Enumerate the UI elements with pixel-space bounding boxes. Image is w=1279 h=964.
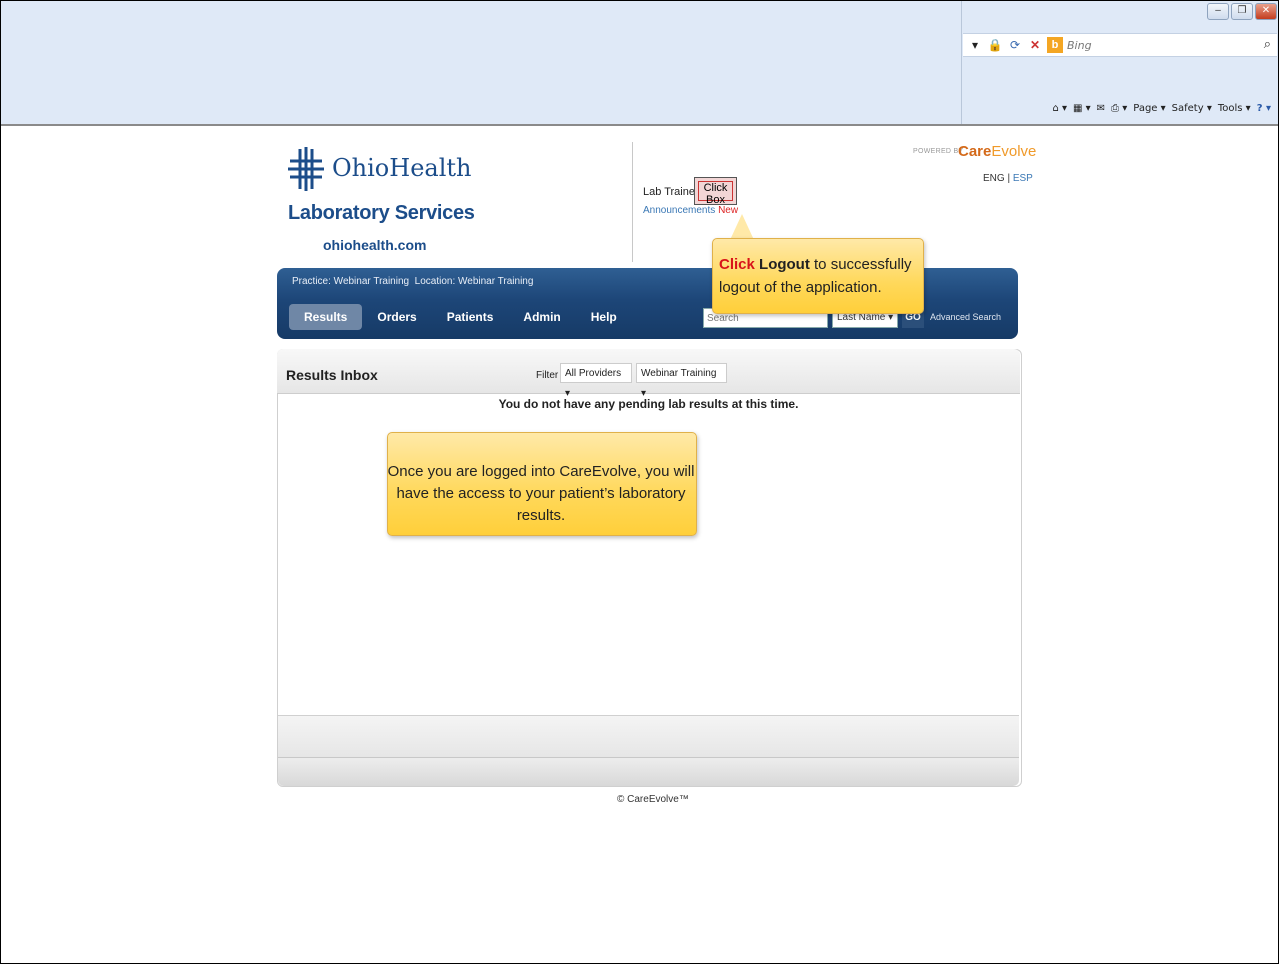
screen-frame	[0, 0, 1279, 964]
